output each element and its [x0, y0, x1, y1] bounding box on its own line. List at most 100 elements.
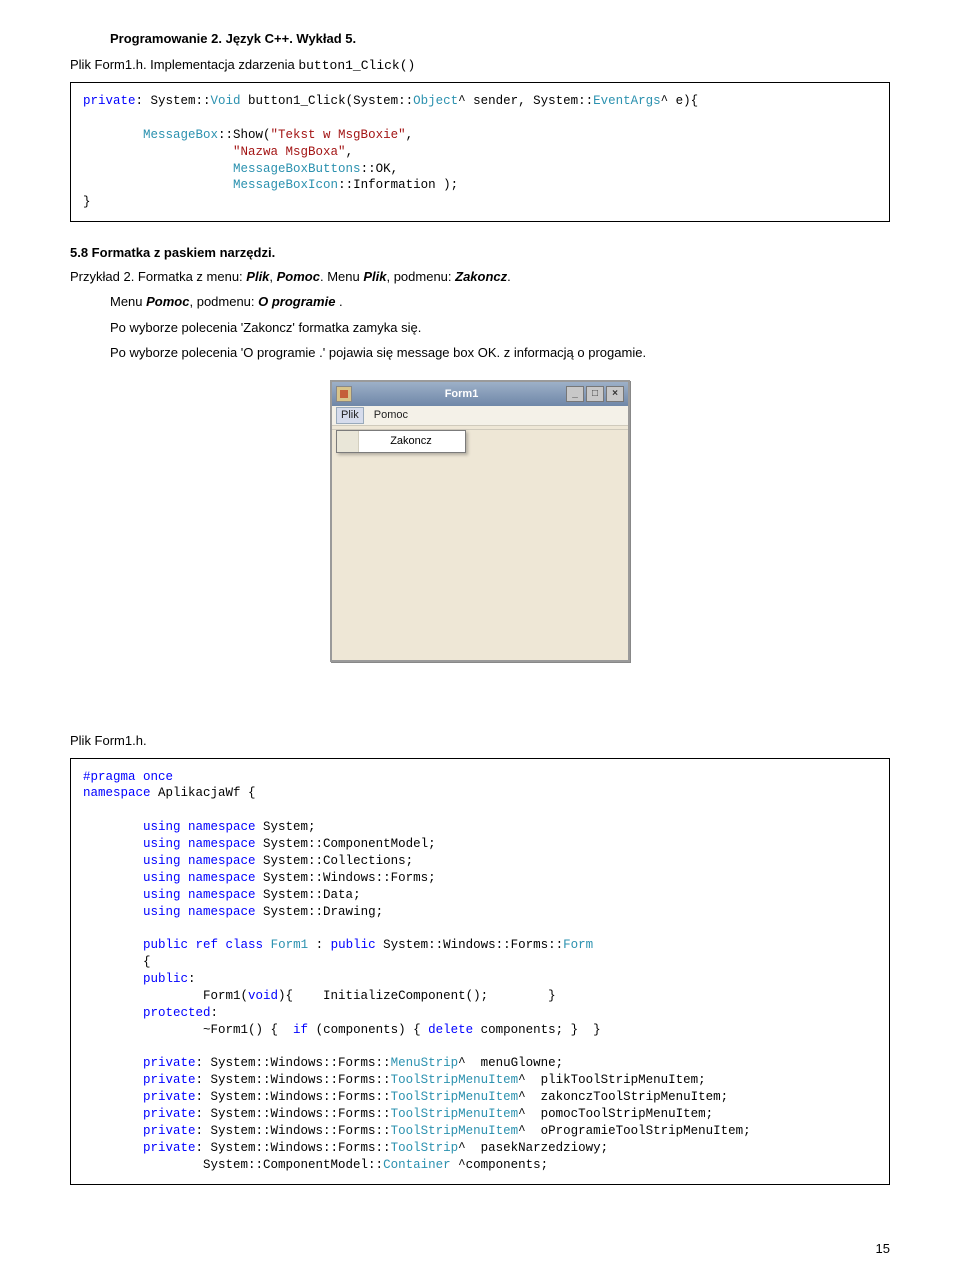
- example-2-line2: Menu Pomoc, podmenu: O programie .: [110, 293, 890, 311]
- t: :: [308, 938, 331, 952]
- t: System::ComponentModel;: [256, 837, 436, 851]
- type-toolstrip: ToolStrip: [391, 1141, 459, 1155]
- t: AplikacjaWf {: [151, 786, 256, 800]
- app-icon: [336, 386, 352, 402]
- client-area: Zakoncz: [332, 430, 628, 660]
- kw-public: public: [331, 938, 376, 952]
- kw-priv1: private: [143, 1056, 196, 1070]
- type-tsmi1: ToolStripMenuItem: [391, 1073, 519, 1087]
- form1-window: Form1 _ □ × Plik Pomoc Zakoncz: [330, 380, 630, 662]
- t: , podmenu:: [189, 294, 258, 309]
- t: ^ pomocToolStripMenuItem;: [518, 1107, 713, 1121]
- kw-using-2: using namespace: [143, 837, 256, 851]
- pragma: #pragma once: [83, 770, 173, 784]
- kw-priv3: private: [143, 1090, 196, 1104]
- t: ^ zakonczToolStripMenuItem;: [518, 1090, 728, 1104]
- t: }: [83, 195, 91, 209]
- t: [83, 128, 143, 142]
- t: ::OK,: [361, 162, 399, 176]
- kw-private: private: [83, 94, 136, 108]
- t: : System::Windows::Forms::: [196, 1056, 391, 1070]
- titlebar[interactable]: Form1 _ □ ×: [332, 382, 628, 406]
- t: button1_Click(System::: [241, 94, 414, 108]
- t: [83, 162, 233, 176]
- em-plik2: Plik: [363, 269, 386, 284]
- example-2-line3: Po wyborze polecenia 'Zakoncz' formatka …: [110, 319, 890, 337]
- kw-priv6: private: [143, 1141, 196, 1155]
- t: :: [188, 972, 196, 986]
- menu-plik[interactable]: Plik: [336, 407, 364, 424]
- t: .: [335, 294, 342, 309]
- em-oprog: O programie: [258, 294, 335, 309]
- type-mbi: MessageBoxIcon: [233, 178, 338, 192]
- t: System::Collections;: [256, 854, 414, 868]
- type-tsmi2: ToolStripMenuItem: [391, 1090, 519, 1104]
- t: System::Windows::Forms::: [376, 938, 564, 952]
- t: : System::Windows::Forms::: [196, 1107, 391, 1121]
- code-box-2: #pragma once namespace AplikacjaWf { usi…: [70, 758, 890, 1185]
- string-1: "Tekst w MsgBoxie": [271, 128, 406, 142]
- type-object: Object: [413, 94, 458, 108]
- t: .: [507, 269, 511, 284]
- type-void: Void: [211, 94, 241, 108]
- type-menustrip: MenuStrip: [391, 1056, 459, 1070]
- window-title: Form1: [357, 387, 566, 402]
- kw-using-5: using namespace: [143, 888, 256, 902]
- t: : System::Windows::Forms::: [196, 1090, 391, 1104]
- type-mbb: MessageBoxButtons: [233, 162, 361, 176]
- menu-item-zakoncz[interactable]: Zakoncz: [337, 431, 465, 452]
- t: ^ e){: [661, 94, 699, 108]
- kw-priv2: private: [143, 1073, 196, 1087]
- close-button[interactable]: ×: [606, 386, 624, 402]
- t: ^ plikToolStripMenuItem;: [518, 1073, 706, 1087]
- em-plik: Plik: [246, 269, 269, 284]
- minimize-button[interactable]: _: [566, 386, 584, 402]
- kw-class: public ref class: [143, 938, 263, 952]
- t: ^ menuGlowne;: [458, 1056, 563, 1070]
- em-zak: Zakoncz: [455, 269, 507, 284]
- t: ){ InitializeComponent(); }: [278, 989, 556, 1003]
- type-eventargs: EventArgs: [593, 94, 661, 108]
- t: {: [83, 955, 151, 969]
- page-header: Programowanie 2. Język C++. Wykład 5.: [110, 30, 890, 48]
- t: Przykład 2. Formatka z menu:: [70, 269, 246, 284]
- t: ^components;: [451, 1158, 549, 1172]
- t: , podmenu:: [386, 269, 455, 284]
- t: Menu: [110, 294, 146, 309]
- menu-pomoc[interactable]: Pomoc: [374, 408, 408, 423]
- t: ,: [406, 128, 414, 142]
- kw-using-3: using namespace: [143, 854, 256, 868]
- t: ^ sender, System::: [458, 94, 593, 108]
- kw-priv5: private: [143, 1124, 196, 1138]
- file-label-1-code: button1_Click(): [298, 58, 415, 73]
- page-number: 15: [876, 1240, 890, 1258]
- kw-delete: delete: [428, 1023, 473, 1037]
- kw-using-1: using namespace: [143, 820, 256, 834]
- t: ,: [346, 145, 354, 159]
- t: ::Show(: [218, 128, 271, 142]
- type-tsmi3: ToolStripMenuItem: [391, 1107, 519, 1121]
- kw-using-4: using namespace: [143, 871, 256, 885]
- t: : System::Windows::Forms::: [196, 1124, 391, 1138]
- type-form: Form: [563, 938, 593, 952]
- t: System::Data;: [256, 888, 361, 902]
- maximize-button[interactable]: □: [586, 386, 604, 402]
- type-tsmi4: ToolStripMenuItem: [391, 1124, 519, 1138]
- kw-public2: public: [143, 972, 188, 986]
- t: : System::: [136, 94, 211, 108]
- em-pomoc: Pomoc: [277, 269, 320, 284]
- t: : System::Windows::Forms::: [196, 1141, 391, 1155]
- example-2-line4: Po wyborze polecenia 'O programie .' poj…: [110, 344, 890, 362]
- file-label-1: Plik Form1.h. Implementacja zdarzenia bu…: [70, 56, 890, 75]
- type-form1: Form1: [271, 938, 309, 952]
- t: ^ pasekNarzedziowy;: [458, 1141, 608, 1155]
- t: . Menu: [320, 269, 363, 284]
- file-label-2: Plik Form1.h.: [70, 732, 890, 750]
- menubar: Plik Pomoc: [332, 406, 628, 426]
- kw-using-6: using namespace: [143, 905, 256, 919]
- t: System::ComponentModel::: [83, 1158, 383, 1172]
- t: ~Form1() {: [83, 1023, 293, 1037]
- t: [263, 938, 271, 952]
- t: System::Drawing;: [256, 905, 384, 919]
- kw-namespace: namespace: [83, 786, 151, 800]
